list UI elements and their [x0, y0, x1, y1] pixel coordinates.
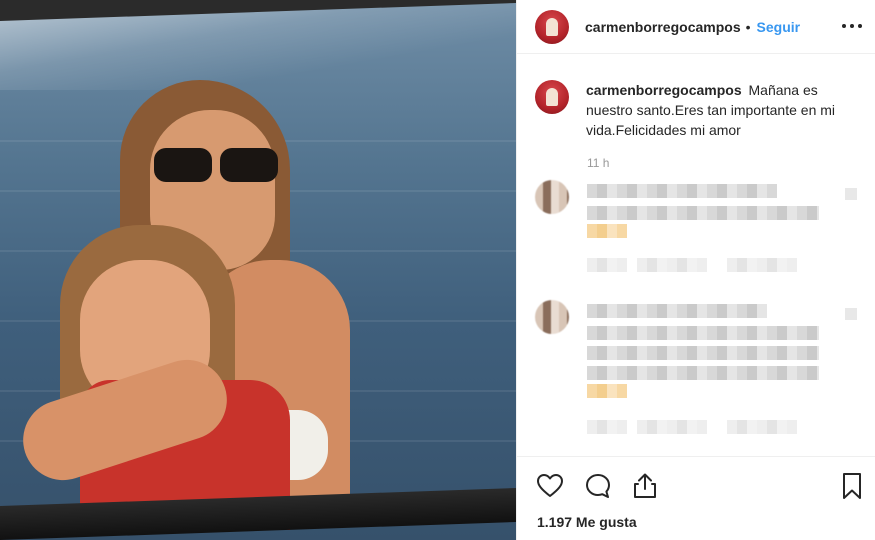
avatar[interactable] — [535, 9, 569, 44]
header-username[interactable]: carmenborregocampos — [585, 19, 741, 35]
post-sidebar: carmenborregocampos • Seguir carmenborre… — [516, 0, 875, 540]
blurred-meta — [727, 420, 797, 434]
more-options-icon[interactable] — [842, 16, 862, 36]
blurred-text — [587, 366, 819, 380]
sunglasses-lens — [154, 148, 212, 182]
comment-like-icon — [845, 188, 857, 200]
share-icon[interactable] — [630, 471, 660, 501]
more-dot — [850, 24, 854, 28]
caption-username[interactable]: carmenborregocampos — [586, 82, 742, 98]
post-photo[interactable] — [0, 0, 516, 540]
more-dot — [842, 24, 846, 28]
blurred-meta — [587, 258, 627, 272]
post-header: carmenborregocampos • Seguir — [517, 0, 875, 54]
comment-like-icon — [845, 308, 857, 320]
bookmark-icon[interactable] — [837, 471, 867, 501]
blurred-text — [587, 304, 767, 318]
blurred-text — [587, 326, 819, 340]
comment-icon[interactable] — [583, 471, 613, 501]
heart-icon[interactable] — [535, 471, 565, 501]
comment-avatar — [535, 300, 569, 334]
blurred-meta — [587, 420, 627, 434]
like-count[interactable]: 1.197 Me gusta — [537, 514, 637, 530]
comment-avatar — [535, 180, 569, 214]
caption-text: carmenborregocampos Mañana es nuestro sa… — [586, 80, 851, 140]
follow-button[interactable]: Seguir — [757, 19, 801, 35]
blurred-text — [587, 206, 819, 220]
blurred-emoji — [587, 384, 627, 398]
sunglasses — [152, 148, 280, 186]
blurred-meta — [727, 258, 797, 272]
sunglasses-lens — [220, 148, 278, 182]
blurred-text — [587, 184, 777, 198]
separator-dot: • — [745, 18, 751, 35]
blurred-emoji — [587, 224, 627, 238]
blurred-meta — [637, 258, 707, 272]
blurred-meta — [637, 420, 707, 434]
caption-avatar[interactable] — [535, 80, 569, 114]
caption: carmenborregocampos Mañana es nuestro sa… — [535, 80, 865, 140]
action-bar: 1.197 Me gusta — [517, 456, 875, 540]
post-timestamp[interactable]: 11 h — [587, 156, 609, 170]
instagram-post: carmenborregocampos • Seguir carmenborre… — [0, 0, 875, 540]
more-dot — [858, 24, 862, 28]
blurred-text — [587, 346, 819, 360]
